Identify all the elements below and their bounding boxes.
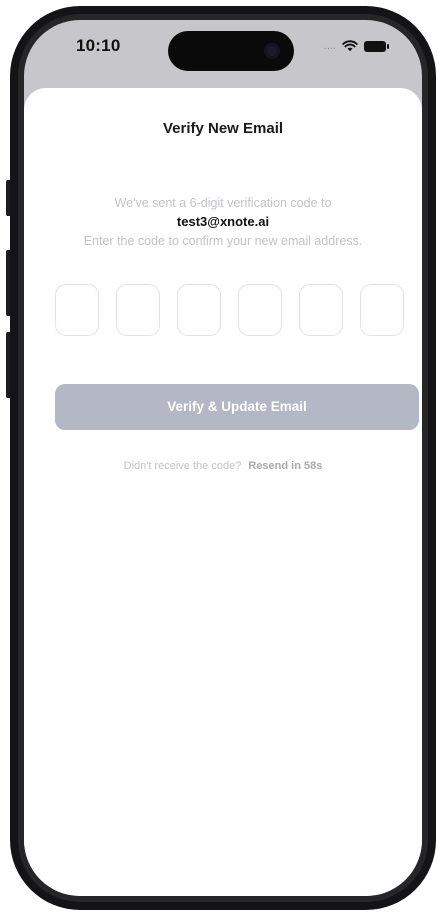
code-digit-1[interactable] (55, 284, 99, 336)
resend-row: Didn't receive the code? Resend in 58s (24, 460, 422, 472)
resend-code-link[interactable]: Resend in 58s (248, 460, 322, 472)
resend-prompt: Didn't receive the code? (123, 460, 242, 472)
dynamic-island (168, 31, 294, 71)
code-digit-5[interactable] (299, 284, 343, 336)
status-icons: .... (323, 39, 389, 52)
phone-bezel: 10:10 .... Verify New Email We've sent a… (18, 14, 428, 902)
wifi-icon (342, 40, 358, 52)
email-address: test3@xnote.ai (176, 214, 270, 229)
status-time: 10:10 (76, 36, 121, 55)
instructions-text: Enter the code to confirm your new email… (83, 234, 363, 248)
code-digit-2[interactable] (116, 284, 160, 336)
phone-screen: 10:10 .... Verify New Email We've sent a… (24, 20, 422, 896)
canvas: 10:10 .... Verify New Email We've sent a… (0, 0, 443, 913)
verify-email-sheet: Verify New Email We've sent a 6-digit ve… (24, 88, 422, 896)
signal-icon: .... (323, 39, 336, 52)
sent-message: We've sent a 6-digit verification code t… (114, 196, 332, 210)
code-input-row (55, 284, 404, 336)
phone-frame: 10:10 .... Verify New Email We've sent a… (10, 6, 436, 910)
page-title: Verify New Email (162, 120, 284, 137)
code-digit-3[interactable] (177, 284, 221, 336)
status-bar: 10:10 .... (24, 20, 422, 88)
code-digit-6[interactable] (360, 284, 404, 336)
code-digit-4[interactable] (238, 284, 282, 336)
camera-icon (264, 43, 280, 59)
verify-update-email-button[interactable]: Verify & Update Email (55, 384, 419, 430)
battery-icon (364, 40, 389, 52)
